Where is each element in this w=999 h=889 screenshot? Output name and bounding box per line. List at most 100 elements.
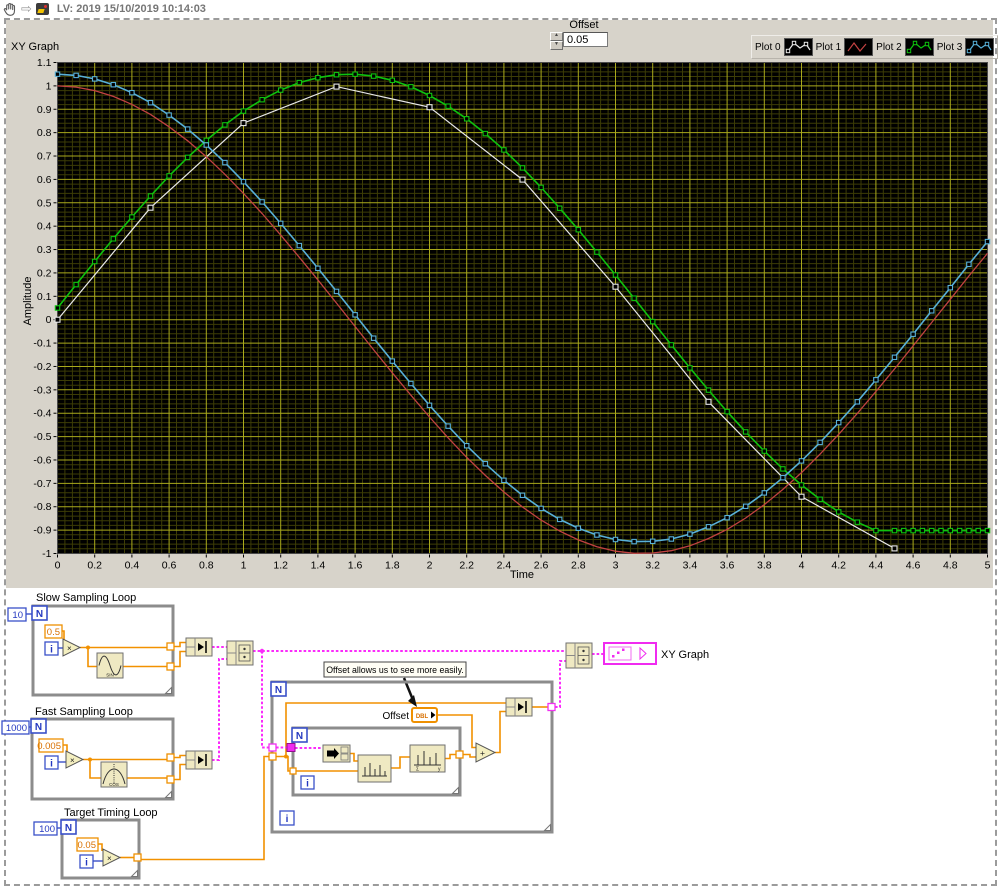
svg-text:0.8: 0.8 <box>199 560 214 572</box>
svg-text:i: i <box>50 759 53 770</box>
svg-text:0.3: 0.3 <box>37 244 52 256</box>
svg-text:3.8: 3.8 <box>757 560 772 572</box>
svg-text:100: 100 <box>39 824 55 835</box>
svg-text:×: × <box>107 854 112 863</box>
svg-text:XY Graph: XY Graph <box>661 649 709 661</box>
svg-text:0.8: 0.8 <box>37 127 52 139</box>
svg-text:-0.4: -0.4 <box>33 408 51 420</box>
svg-text:0: 0 <box>55 560 61 572</box>
svg-text:3.4: 3.4 <box>683 560 698 572</box>
sine-function-icon[interactable]: SIN <box>96 652 124 679</box>
y-axis-ticks: 1.1 1 0.9 0.8 0.7 0.6 0.5 0.4 0.3 0.2 0.1 0 -0.1 -0.2… <box>33 57 57 560</box>
svg-text:COS: COS <box>109 782 119 787</box>
svg-text:N: N <box>275 685 282 696</box>
block-diagram: Slow Sampling Loop 10 N 0.5 i × SIN Fast… <box>1 592 709 880</box>
svg-text:-0.8: -0.8 <box>33 501 51 513</box>
svg-text:N: N <box>65 823 72 834</box>
numeric-wires <box>62 630 548 861</box>
svg-text:1.6: 1.6 <box>348 560 363 572</box>
ptbypt-function-icon-b[interactable]: Σy <box>409 744 446 773</box>
svg-text:1.1: 1.1 <box>37 57 52 69</box>
xy-graph[interactable]: 0 0.2 0.4 0.6 0.8 1 1.2 1.4 1.6 1.8 2 2.2 2.4 2.6 2.8 3… <box>0 0 999 588</box>
svg-text:2.8: 2.8 <box>571 560 586 572</box>
svg-text:+: + <box>480 748 485 758</box>
svg-text:0.2: 0.2 <box>37 267 52 279</box>
svg-text:0.2: 0.2 <box>87 560 102 572</box>
svg-text:0.4: 0.4 <box>37 221 52 233</box>
svg-text:-1: -1 <box>42 548 51 560</box>
offset-terminal[interactable]: Offset DBL <box>383 707 438 723</box>
svg-text:-0.9: -0.9 <box>33 525 51 537</box>
svg-text:-0.1: -0.1 <box>33 338 51 350</box>
svg-text:Offset: Offset <box>383 711 410 722</box>
cluster-terminal <box>286 743 296 752</box>
cosine-function-icon[interactable]: COS <box>100 761 128 788</box>
loop-label: Slow Sampling Loop <box>36 592 136 604</box>
svg-text:2: 2 <box>427 560 433 572</box>
svg-text:-0.6: -0.6 <box>33 454 51 466</box>
bundle-node-fast[interactable] <box>185 750 213 770</box>
svg-text:N: N <box>35 722 42 733</box>
svg-text:4.6: 4.6 <box>906 560 921 572</box>
x-axis-ticks: 0 0.2 0.4 0.6 0.8 1 1.2 1.4 1.6 1.8 2 2.2 2.4 2.6 2.8 3… <box>55 554 991 572</box>
labview-snippet: ⇨ LV: 2019 15/10/2019 10:14:03 XY Graph … <box>0 0 999 889</box>
svg-text:4.8: 4.8 <box>943 560 958 572</box>
build-array-node-left[interactable] <box>226 640 254 666</box>
svg-text:4.2: 4.2 <box>831 560 846 572</box>
svg-text:-0.2: -0.2 <box>33 361 51 373</box>
svg-text:1.4: 1.4 <box>311 560 326 572</box>
free-label-comment[interactable]: Offset allows us to see more easily. <box>323 661 467 707</box>
svg-text:1: 1 <box>46 80 52 92</box>
svg-text:5: 5 <box>985 560 991 572</box>
target-timing-loop[interactable]: Target Timing Loop 100 N 0.05 i × <box>33 807 158 880</box>
svg-text:0.9: 0.9 <box>37 104 52 116</box>
bundle-node-slow[interactable] <box>185 637 213 657</box>
svg-text:×: × <box>67 644 72 653</box>
loop-label: Target Timing Loop <box>64 807 158 819</box>
slow-sampling-loop[interactable]: Slow Sampling Loop 10 N 0.5 i × SIN <box>7 592 175 697</box>
svg-text:i: i <box>286 814 289 825</box>
bundle-node-right[interactable] <box>505 697 533 717</box>
svg-text:1: 1 <box>241 560 247 572</box>
svg-text:N: N <box>36 609 43 620</box>
svg-text:1000: 1000 <box>6 723 27 734</box>
add-node[interactable]: + <box>475 742 497 763</box>
svg-text:0.4: 0.4 <box>125 560 140 572</box>
svg-text:0.005: 0.005 <box>37 741 61 752</box>
svg-text:N: N <box>296 731 303 742</box>
svg-text:i: i <box>50 645 53 656</box>
svg-text:Offset allows us to see more e: Offset allows us to see more easily. <box>326 665 464 675</box>
svg-text:Σ: Σ <box>416 767 419 773</box>
svg-text:SIN: SIN <box>106 673 114 678</box>
svg-text:0.6: 0.6 <box>162 560 177 572</box>
svg-text:2.2: 2.2 <box>459 560 474 572</box>
build-array-node-right[interactable] <box>565 642 593 669</box>
svg-text:3.6: 3.6 <box>720 560 735 572</box>
svg-text:0: 0 <box>46 314 52 326</box>
svg-text:10: 10 <box>12 610 23 621</box>
fast-sampling-loop[interactable]: Fast Sampling Loop 1000 N 0.005 i × COS <box>1 706 175 801</box>
svg-text:1.2: 1.2 <box>273 560 288 572</box>
svg-text:i: i <box>85 858 88 869</box>
svg-text:3: 3 <box>613 560 619 572</box>
svg-text:0.7: 0.7 <box>37 151 52 163</box>
svg-text:2.6: 2.6 <box>534 560 549 572</box>
svg-text:3.2: 3.2 <box>645 560 660 572</box>
svg-text:0.5: 0.5 <box>37 197 52 209</box>
svg-text:4.4: 4.4 <box>869 560 884 572</box>
svg-text:-0.3: -0.3 <box>33 384 51 396</box>
ptbypt-function-icon-a[interactable] <box>357 754 392 783</box>
svg-text:0.6: 0.6 <box>37 174 52 186</box>
inner-for-loop[interactable]: N i Σy <box>286 726 464 797</box>
svg-text:0.05: 0.05 <box>78 840 97 851</box>
svg-text:0.5: 0.5 <box>47 627 60 638</box>
svg-text:0.1: 0.1 <box>37 291 52 303</box>
svg-text:×: × <box>70 756 75 765</box>
svg-text:-0.5: -0.5 <box>33 431 51 443</box>
svg-text:-0.7: -0.7 <box>33 478 51 490</box>
xy-graph-terminal[interactable]: XY Graph <box>603 642 709 665</box>
svg-text:i: i <box>306 779 309 790</box>
unbundle-node[interactable] <box>322 744 351 763</box>
loop-label: Fast Sampling Loop <box>35 706 133 718</box>
svg-text:1.8: 1.8 <box>385 560 400 572</box>
